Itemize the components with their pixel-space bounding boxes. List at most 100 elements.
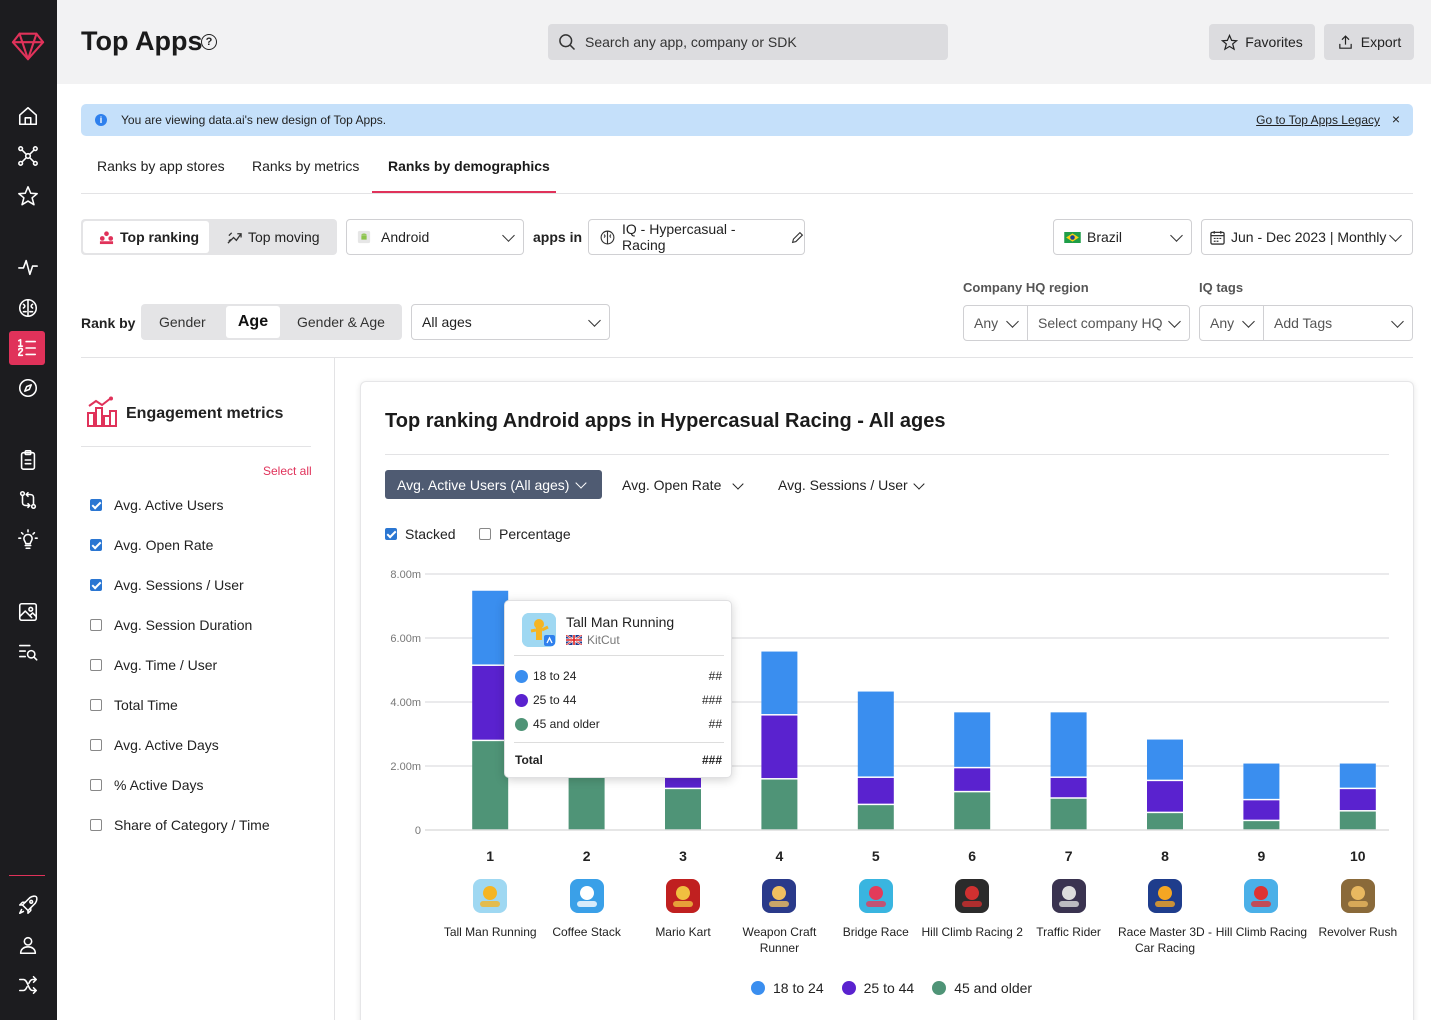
company-hq-select[interactable]: Select company HQ (1027, 305, 1190, 341)
tooltip-row: 25 to 44 ### (515, 693, 722, 707)
metric-checkbox-row[interactable]: Avg. Open Rate (90, 537, 213, 553)
legend-45-older[interactable]: 45 and older (932, 980, 1032, 996)
top-ranking-button[interactable]: Top ranking (83, 221, 209, 253)
percentage-checkbox[interactable]: Percentage (479, 526, 571, 542)
checkbox[interactable] (90, 699, 102, 711)
app-icon[interactable] (473, 879, 508, 913)
app-icon[interactable] (666, 879, 700, 913)
metric-checkbox-row[interactable]: Avg. Active Users (90, 497, 223, 513)
metric-label: % Active Days (114, 777, 204, 793)
rank-by-gender[interactable]: Gender (159, 314, 206, 330)
company-hq-any-dropdown[interactable]: Any (963, 305, 1028, 341)
activity-icon[interactable] (14, 253, 42, 281)
metric-checkbox-row[interactable]: Avg. Time / User (90, 657, 217, 673)
rank-by-gender-age[interactable]: Gender & Age (297, 314, 385, 330)
app-name[interactable]: Weapon Craft Runner (727, 924, 831, 956)
network-icon[interactable] (14, 142, 42, 170)
clipboard-icon[interactable] (14, 446, 42, 474)
legend-25-44[interactable]: 25 to 44 (841, 980, 914, 996)
app-icon[interactable] (569, 879, 604, 913)
home-icon[interactable] (14, 102, 42, 130)
app-name[interactable]: Hill Climb Racing (1209, 924, 1313, 940)
metric-checkbox-row[interactable]: Avg. Sessions / User (90, 577, 244, 593)
metric-checkbox-row[interactable]: Avg. Active Days (90, 737, 219, 753)
checkbox[interactable] (90, 579, 102, 591)
app-icon[interactable] (1244, 879, 1279, 913)
iq-tags-any-dropdown[interactable]: Any (1199, 305, 1264, 341)
export-button[interactable]: Export (1324, 24, 1414, 60)
compare-icon[interactable] (14, 486, 42, 514)
metric-dropdown-open-rate[interactable]: Avg. Open Rate (622, 477, 721, 493)
favorites-button[interactable]: Favorites (1209, 24, 1315, 60)
ranking-icon[interactable] (9, 331, 45, 365)
app-name[interactable]: Traffic Rider (1017, 924, 1121, 940)
sidebar (0, 0, 57, 1020)
legacy-link[interactable]: Go to Top Apps Legacy (1256, 113, 1380, 127)
divider (81, 446, 311, 447)
checkbox[interactable] (90, 739, 102, 751)
user-icon[interactable] (14, 931, 42, 959)
metric-checkbox-row[interactable]: % Active Days (90, 777, 203, 793)
rocket-icon[interactable] (14, 891, 42, 919)
tab-ranks-by-metrics[interactable]: Ranks by metrics (252, 158, 359, 174)
app-icon[interactable] (1148, 879, 1182, 913)
top-moving-button[interactable]: Top moving (227, 221, 320, 253)
app-icon[interactable] (955, 879, 990, 913)
country-dropdown[interactable]: Brazil (1053, 219, 1192, 255)
bar-chart-icon (87, 396, 117, 427)
legend-18-24[interactable]: 18 to 24 (751, 980, 824, 996)
checkbox[interactable] (90, 619, 102, 631)
app-name[interactable]: Mario Kart (631, 924, 735, 940)
metric-checkbox-row[interactable]: Avg. Session Duration (90, 617, 252, 633)
tab-ranks-by-demographics[interactable]: Ranks by demographics (388, 158, 550, 174)
search-list-icon[interactable] (14, 638, 42, 666)
app-name[interactable]: Race Master 3D - Car Racing (1113, 924, 1217, 956)
star-icon (1221, 33, 1239, 51)
metric-dropdown-sessions[interactable]: Avg. Sessions / User (778, 477, 908, 493)
help-icon[interactable]: ? (201, 34, 217, 50)
bar-segment (1147, 739, 1183, 780)
app-name[interactable]: Hill Climb Racing 2 (920, 924, 1024, 940)
brain-icon[interactable] (14, 294, 42, 322)
age-dropdown[interactable]: All ages (411, 304, 610, 340)
sidebar-divider (9, 875, 45, 876)
checkbox[interactable] (90, 819, 102, 831)
star-icon[interactable] (14, 182, 42, 210)
bar-segment (1339, 789, 1376, 811)
app-icon[interactable] (1340, 879, 1375, 913)
app-icon[interactable] (762, 879, 797, 913)
select-all-link[interactable]: Select all (263, 464, 312, 478)
app-name[interactable]: Bridge Race (824, 924, 928, 940)
checkbox[interactable] (90, 499, 102, 511)
app-name[interactable]: Revolver Rush (1306, 924, 1410, 940)
stacked-checkbox[interactable]: Stacked (385, 526, 456, 542)
divider (514, 742, 724, 743)
bar-segment (954, 768, 991, 791)
info-icon: i (95, 114, 107, 126)
checkbox[interactable] (90, 539, 102, 551)
app-name[interactable]: Coffee Stack (535, 924, 639, 940)
metric-dropdown-active-users[interactable]: Avg. Active Users (All ages) (385, 470, 602, 499)
rank-by-age[interactable]: Age (226, 306, 280, 338)
tab-ranks-by-app-stores[interactable]: Ranks by app stores (97, 158, 225, 174)
chevron-down-icon (502, 229, 515, 242)
platform-dropdown[interactable]: Android (346, 219, 524, 255)
bar-segment (761, 779, 798, 830)
app-icon[interactable] (858, 879, 893, 913)
category-selector[interactable]: IQ - Hypercasual - Racing (588, 219, 805, 255)
image-icon[interactable] (14, 598, 42, 626)
close-icon[interactable]: × (1392, 111, 1400, 127)
app-name[interactable]: Tall Man Running (438, 924, 542, 940)
metric-checkbox-row[interactable]: Total Time (90, 697, 178, 713)
checkbox[interactable] (90, 779, 102, 791)
date-range-dropdown[interactable]: Jun - Dec 2023 | Monthly (1201, 219, 1413, 255)
iq-tags-select[interactable]: Add Tags (1263, 305, 1413, 341)
checkbox[interactable] (90, 659, 102, 671)
logo-icon[interactable] (9, 28, 47, 64)
app-icon[interactable] (1051, 879, 1086, 913)
lightbulb-icon[interactable] (14, 526, 42, 554)
shuffle-icon[interactable] (14, 971, 42, 999)
compass-icon[interactable] (14, 374, 42, 402)
search-input[interactable]: Search any app, company or SDK (548, 24, 948, 60)
metric-checkbox-row[interactable]: Share of Category / Time (90, 817, 270, 833)
